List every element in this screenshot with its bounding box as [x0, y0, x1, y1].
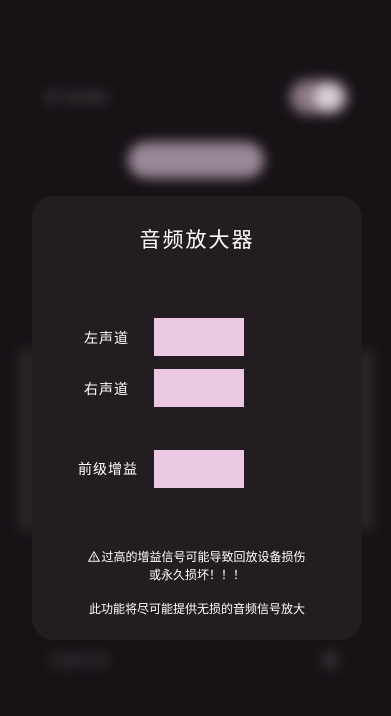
gain-warning-text: 过高的增益信号可能导致回放设备损伤 或永久损坏！！！: [72, 548, 322, 584]
preamp-gain-input[interactable]: [154, 450, 244, 488]
audio-amplifier-dialog: 音频放大器 左声道 右声道 前级增益 过高的增益信号可能导致回放设备损伤 或永久…: [32, 196, 362, 640]
lossless-note-text: 此功能将尽可能提供无损的音频信号放大: [88, 602, 305, 616]
background-pill-button: [128, 142, 264, 178]
left-channel-input[interactable]: [154, 318, 244, 356]
background-app-title: AI Audio: [46, 88, 109, 106]
screen: AI Audio 设置说明 音频放大器 左声道 右声道 前级增益 过高的增益信号…: [0, 0, 391, 716]
warning-triangle-icon: [88, 551, 101, 562]
warning-line-2: 或永久损坏！！！: [148, 568, 245, 582]
background-bottom-icon: [322, 652, 338, 668]
warning-line-1: 过高的增益信号可能导致回放设备损伤: [72, 548, 322, 566]
toggle-knob: [314, 83, 342, 111]
right-channel-label: 右声道: [84, 382, 129, 398]
background-bottom-text: 设置说明: [48, 652, 109, 670]
background-toggle-switch: [290, 80, 348, 114]
warning-line-1-text: 过高的增益信号可能导致回放设备损伤: [101, 550, 306, 564]
left-channel-label: 左声道: [84, 331, 129, 347]
preamp-gain-label: 前级增益: [78, 462, 138, 478]
dialog-title: 音频放大器: [139, 228, 255, 252]
right-channel-input[interactable]: [154, 369, 244, 407]
